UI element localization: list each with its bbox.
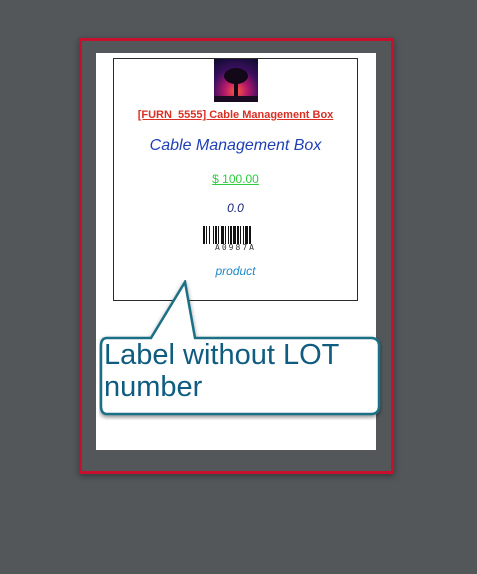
product-reference-link[interactable]: [FURN_5555] Cable Management Box <box>114 109 357 121</box>
callout-text: Label without LOT number <box>104 339 339 403</box>
barcode-value: A0987A <box>215 243 256 252</box>
product-label: [FURN_5555] Cable Management Box Cable M… <box>113 58 358 301</box>
ground <box>214 96 258 102</box>
product-image <box>214 59 258 102</box>
product-quantity: 0.0 <box>227 201 244 215</box>
product-type: product <box>215 264 256 278</box>
product-name: Cable Management Box <box>149 137 322 154</box>
product-price[interactable]: $ 100.00 <box>114 172 357 186</box>
tree-trunk <box>234 81 238 96</box>
